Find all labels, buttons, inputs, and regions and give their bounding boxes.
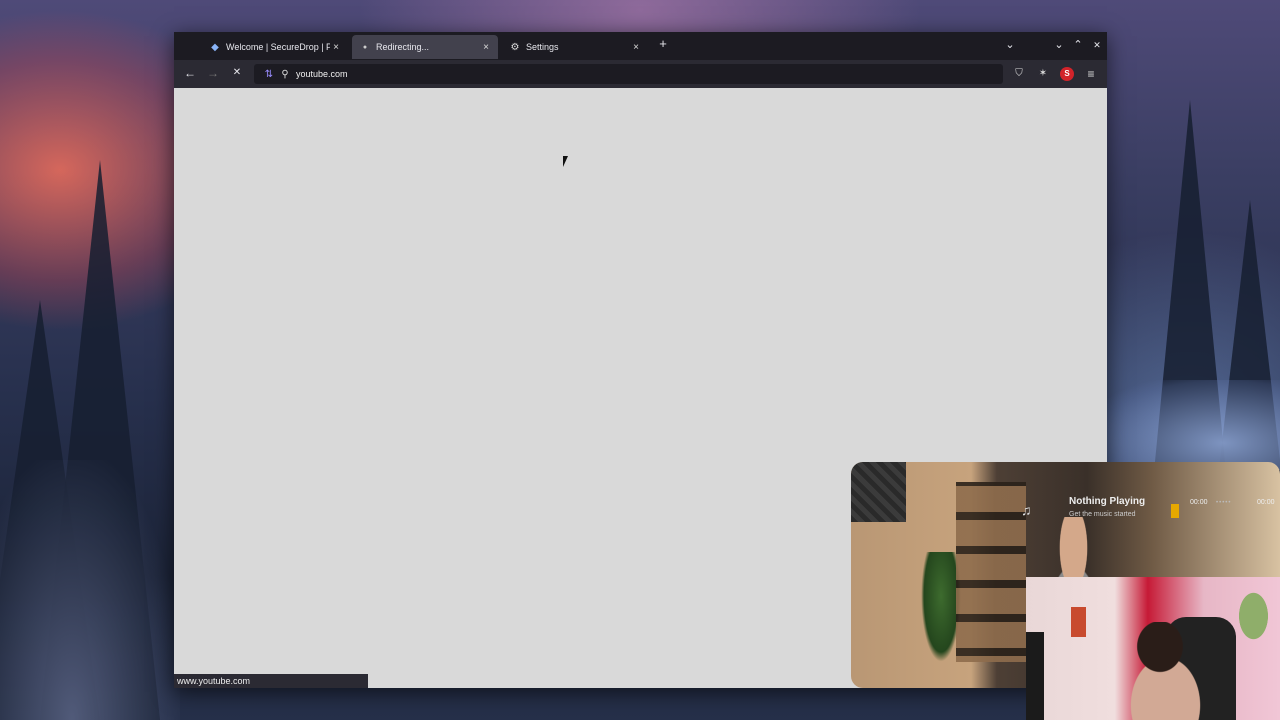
shield-icon[interactable]: ⛉ — [1012, 67, 1026, 81]
nav-toolbar: ← → ✕ ⇅ ⚲ youtube.com ⛉ ✶ S ≡ — [174, 60, 1107, 88]
microphone — [1026, 632, 1044, 720]
extensions-icon[interactable]: ✶ — [1036, 67, 1050, 81]
tab-close-icon[interactable]: × — [480, 42, 492, 53]
time-total: 00:00 — [1257, 499, 1275, 506]
wallpaper-snow — [1090, 380, 1280, 470]
mouse-cursor-icon — [563, 156, 573, 167]
status-url-bar: www.youtube.com — [174, 674, 368, 688]
list-all-tabs-button[interactable]: ⌄ — [1003, 38, 1017, 51]
progress-track: ••••• — [1216, 500, 1232, 506]
acoustic-foam — [851, 462, 906, 522]
minimize-button[interactable]: ⌄ — [1052, 38, 1066, 51]
tab-close-icon[interactable]: × — [330, 42, 342, 53]
progress-indicator — [1171, 504, 1179, 518]
new-tab-button[interactable]: + — [656, 36, 670, 51]
tab-title: Redirecting... — [376, 42, 430, 52]
now-playing-subtitle: Get the music started — [1069, 511, 1136, 518]
bookshelf — [956, 482, 1026, 662]
guest-streamer — [1116, 622, 1226, 720]
wall-poster — [1071, 607, 1086, 637]
search-icon: ⚲ — [281, 68, 289, 80]
wallpaper-snow — [0, 460, 180, 720]
now-playing-title: Nothing Playing — [1069, 496, 1146, 507]
close-window-button[interactable]: ✕ — [1090, 40, 1104, 51]
alien-poster — [1231, 592, 1276, 652]
tab-redirecting[interactable]: ● Redirecting... × — [352, 35, 498, 59]
tab-title: Settings — [526, 42, 559, 52]
site-identity-icon[interactable]: ⇅ — [260, 69, 278, 80]
tab-securedrop[interactable]: ◆ Welcome | SecureDrop | Pr × — [202, 35, 348, 59]
now-playing-widget: ♫ Nothing Playing Get the music started … — [1021, 492, 1280, 528]
stop-loading-button[interactable]: ✕ — [229, 67, 245, 78]
back-button[interactable]: ← — [182, 66, 198, 80]
tab-bar: ◆ Welcome | SecureDrop | Pr × ● Redirect… — [174, 32, 1107, 60]
forward-button[interactable]: → — [205, 66, 221, 80]
address-bar[interactable]: ⇅ ⚲ youtube.com — [254, 64, 1003, 84]
tab-title: Welcome | SecureDrop | Pr — [226, 42, 330, 52]
menu-icon[interactable]: ≡ — [1084, 67, 1098, 81]
tab-settings[interactable]: ⚙ Settings × — [502, 35, 648, 59]
music-note-icon: ♫ — [1021, 502, 1032, 518]
maximize-button[interactable]: ⌃ — [1071, 38, 1085, 51]
webcam-overlay-secondary — [1026, 577, 1280, 720]
time-elapsed: 00:00 — [1190, 499, 1208, 506]
url-text[interactable]: youtube.com — [296, 69, 348, 79]
loading-dot-icon: ● — [362, 43, 368, 51]
plant — [921, 552, 961, 662]
securedrop-icon: ◆ — [211, 41, 219, 53]
tab-close-icon[interactable]: × — [630, 42, 642, 53]
extension-s-icon[interactable]: S — [1060, 67, 1074, 81]
gear-icon: ⚙ — [510, 41, 520, 53]
